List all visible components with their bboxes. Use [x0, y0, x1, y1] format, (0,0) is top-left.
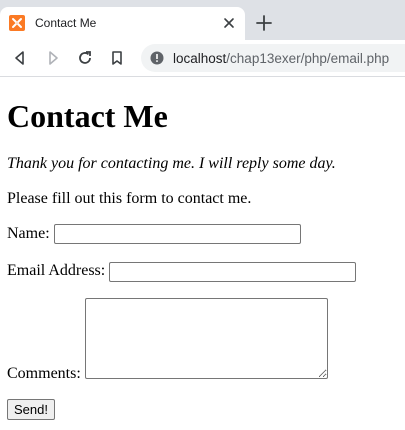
address-bar[interactable]: localhost/chap13exer/php/email.php	[141, 44, 405, 72]
thank-you-message: Thank you for contacting me. I will repl…	[7, 155, 336, 172]
info-icon[interactable]	[150, 51, 164, 65]
bookmark-icon[interactable]	[108, 49, 126, 67]
page-title: Contact Me	[7, 98, 168, 134]
plus-icon[interactable]	[255, 14, 273, 32]
name-input[interactable]	[54, 224, 301, 244]
reload-icon[interactable]	[76, 49, 94, 67]
close-icon[interactable]	[222, 16, 236, 30]
form-intro: Please fill out this form to contact me.	[7, 190, 252, 207]
forward-arrow-icon[interactable]	[44, 49, 62, 67]
browser-tab[interactable]: Contact Me	[0, 7, 245, 40]
tab-title: Contact Me	[35, 16, 97, 30]
name-label: Name:	[7, 225, 50, 242]
url-text[interactable]: localhost/chap13exer/php/email.php	[173, 51, 389, 66]
email-input[interactable]	[109, 262, 356, 282]
email-label: Email Address:	[7, 262, 106, 279]
back-arrow-icon[interactable]	[11, 49, 29, 67]
url-path: /chap13exer/php/email.php	[226, 51, 390, 66]
url-host: localhost	[173, 51, 227, 66]
comments-label: Comments:	[7, 365, 81, 382]
send-button[interactable]: Send!	[7, 399, 55, 420]
xampp-logo-icon	[9, 15, 25, 31]
browser-toolbar: localhost/chap13exer/php/email.php	[0, 40, 405, 77]
browser-tabstrip: Contact Me	[0, 0, 405, 40]
comments-textarea[interactable]	[85, 298, 328, 379]
